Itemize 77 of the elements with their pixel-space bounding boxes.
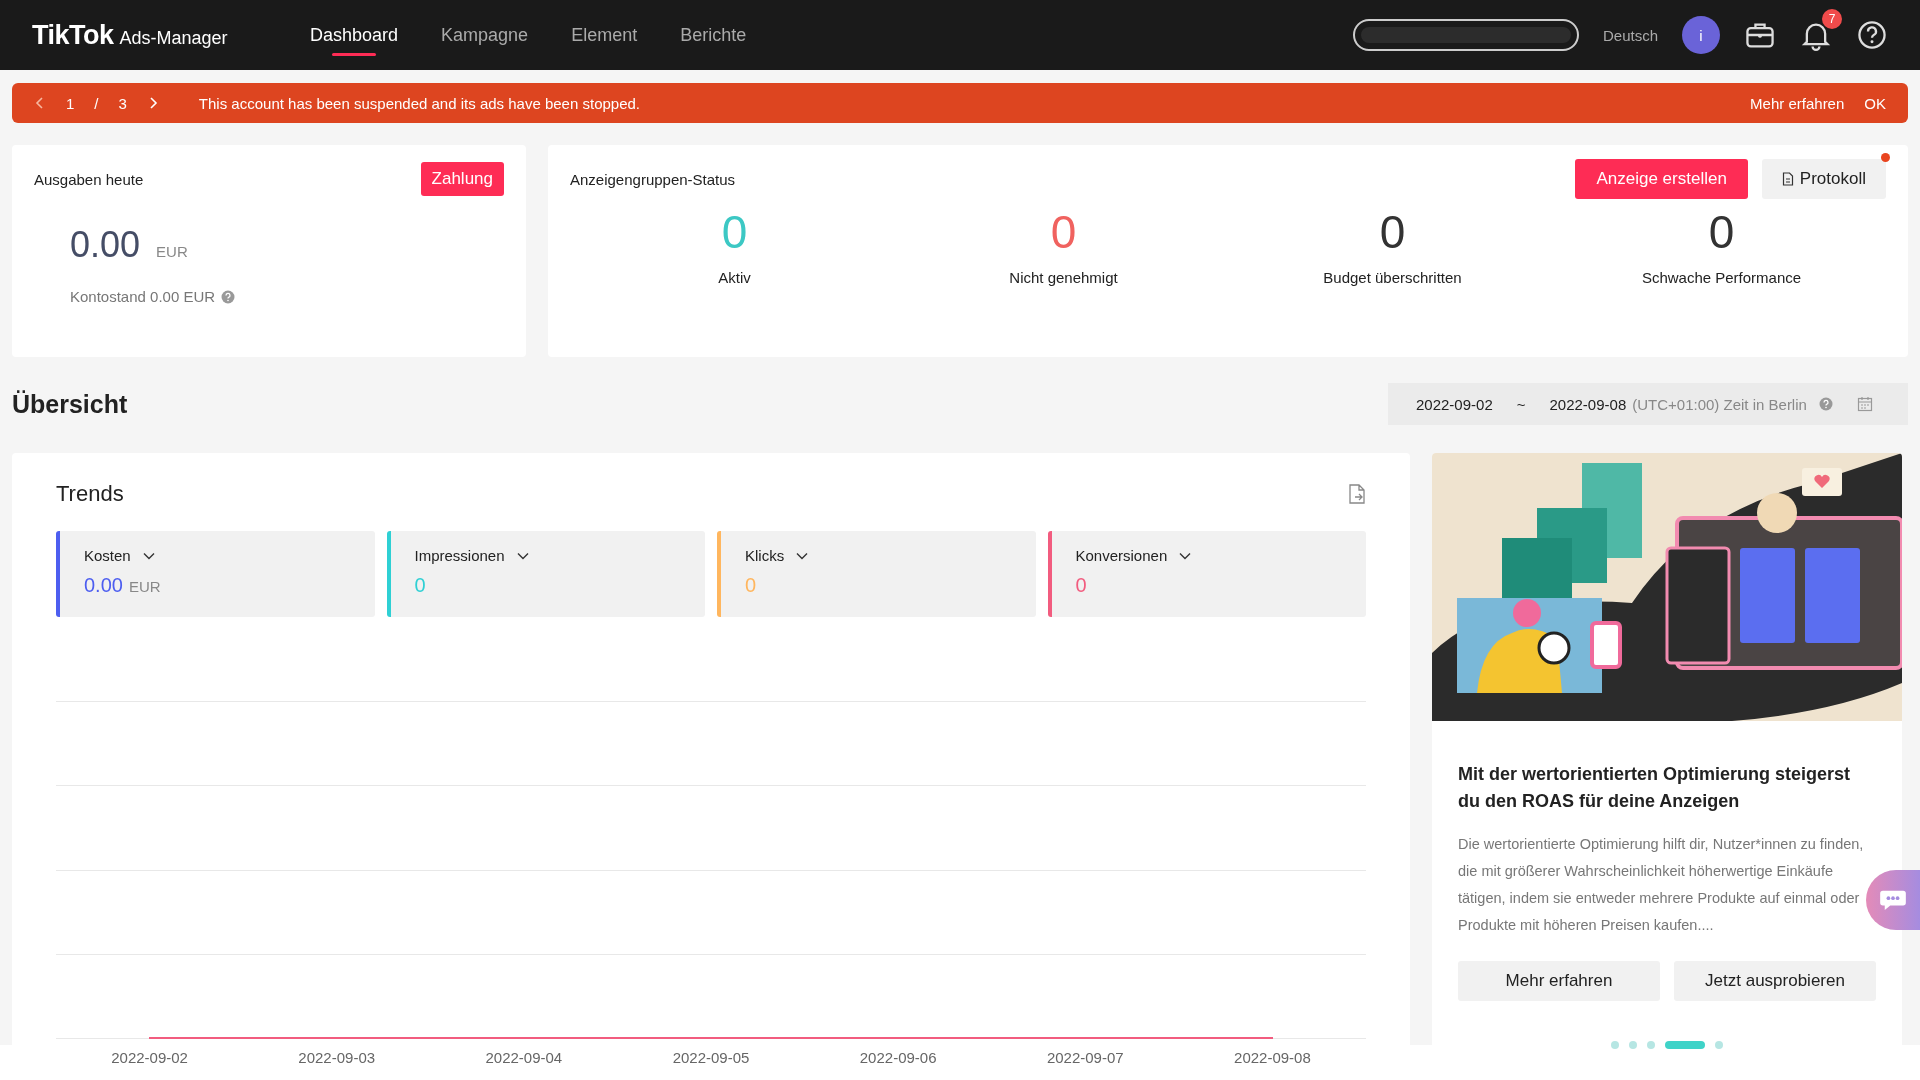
axis-label: 2022-09-07 xyxy=(1046,1049,1124,1066)
promo-button[interactable]: Mehr erfahren xyxy=(1458,961,1660,1001)
axis-label: 2022-09-06 xyxy=(859,1049,937,1066)
search-field[interactable] xyxy=(1352,19,1579,51)
start-date: 2022-09-02 xyxy=(1416,395,1493,413)
status-label: Schwache Performance xyxy=(1641,269,1802,286)
axis-label: 2022-09-02 xyxy=(111,1049,188,1066)
card-title: Anzeigengruppen-Status xyxy=(570,170,736,188)
axis-label: 2022-09-04 xyxy=(485,1049,563,1066)
status-count: 0 xyxy=(1708,209,1735,255)
payment-button[interactable]: Zahlung xyxy=(420,162,504,196)
currency-label: EUR xyxy=(156,243,188,260)
section-title: Übersicht xyxy=(12,389,128,419)
metric-card[interactable]: Klicks 0 xyxy=(717,531,1036,617)
metric-value: 0.00 xyxy=(84,574,123,597)
previous-icon[interactable] xyxy=(34,96,46,110)
ok-link[interactable]: OK xyxy=(1864,94,1886,112)
promo-description: Die wertorientierte Optimierung hilft dir, Nutzer*innen zu finden, die mit größerer Wahrscheinlichkeit höherwertige Einkäufe tätigen, indem sie entweder mehrere Produkte auf einmal oder Produkte mit höheren Preisen kaufen.... xyxy=(1458,835,1865,935)
metric-label: Impressionen xyxy=(414,547,505,564)
carousel-dot[interactable] xyxy=(1647,1041,1655,1049)
page-total: 3 xyxy=(118,94,127,112)
metric-value: 0 xyxy=(414,574,426,597)
log-button[interactable]: Protokoll xyxy=(1761,159,1886,199)
metric-label: Klicks xyxy=(745,547,785,564)
caret-icon[interactable] xyxy=(796,551,809,560)
promo-title: Mit der wertorientierten Optimierung steigerst du den ROAS für deine Anzeigen xyxy=(1458,763,1852,813)
end-date: 2022-09-08 xyxy=(1549,395,1627,413)
logo-subtitle: Ads-Manager xyxy=(119,27,228,49)
page-number: 1 xyxy=(66,94,75,112)
caret-icon[interactable] xyxy=(516,551,529,560)
avatar[interactable]: i xyxy=(1682,16,1720,54)
status-label: Nicht genehmigt xyxy=(1009,269,1118,286)
card-title: Trends xyxy=(56,481,124,507)
learn-more-link[interactable]: Mehr erfahren xyxy=(1750,94,1845,112)
chat-bubble-icon xyxy=(1879,889,1907,911)
caret-icon[interactable] xyxy=(1179,551,1192,560)
status-count: 0 xyxy=(1379,209,1406,255)
status-label: Budget überschritten xyxy=(1323,269,1462,286)
status-count: 0 xyxy=(1050,209,1077,255)
logo[interactable]: TikTok xyxy=(32,19,114,51)
carousel-dot[interactable] xyxy=(1715,1041,1723,1049)
metric-card[interactable]: Konversionen 0 xyxy=(1047,531,1366,617)
axis-label: 2022-09-05 xyxy=(672,1049,750,1066)
balance-text: Kontostand 0.00 EUR xyxy=(70,288,216,305)
axis-label: 2022-09-03 xyxy=(298,1049,376,1066)
alert-message: This account has been suspended and its ads have been stopped. xyxy=(198,94,640,112)
metric-label: Kosten xyxy=(84,547,131,564)
nav-tab[interactable]: Dashboard xyxy=(310,14,399,56)
axis-label: 2022-09-08 xyxy=(1234,1049,1311,1066)
page-separator: / xyxy=(94,94,99,112)
promo-button[interactable]: Jetzt ausprobieren xyxy=(1674,961,1876,1001)
status-label: Aktiv xyxy=(718,269,751,286)
metric-value: 0 xyxy=(745,574,757,597)
nav-tab[interactable]: Element xyxy=(571,14,638,56)
card-title: Ausgaben heute xyxy=(34,170,144,188)
metric-card[interactable]: Impressionen 0 xyxy=(386,531,705,617)
nav-tab[interactable]: Kampagne xyxy=(441,14,529,56)
nav-tab[interactable]: Berichte xyxy=(680,14,747,56)
caret-icon[interactable] xyxy=(142,551,155,560)
date-range-picker[interactable]: 2022-09-02 ~ 2022-09-08 (UTC+01:00) Zeit in Berlin xyxy=(1388,383,1908,425)
timezone-label: (UTC+01:00) Zeit in Berlin xyxy=(1632,395,1807,413)
create-ad-button[interactable]: Anzeige erstellen xyxy=(1575,159,1748,199)
metric-value: 0 xyxy=(1075,574,1087,597)
help-icon[interactable] xyxy=(1856,19,1888,51)
carousel-dot[interactable] xyxy=(1611,1041,1619,1049)
notification-badge: 7 xyxy=(1822,9,1842,29)
export-icon[interactable] xyxy=(1348,484,1366,504)
calendar-icon xyxy=(1856,396,1873,412)
range-separator: ~ xyxy=(1516,395,1526,413)
status-count: 0 xyxy=(721,209,748,255)
metric-unit: EUR xyxy=(128,578,161,595)
carousel-dot[interactable] xyxy=(1629,1041,1637,1049)
document-icon xyxy=(1781,172,1794,186)
spend-amount: 0.00 xyxy=(70,224,141,266)
language-selector[interactable]: Deutsch xyxy=(1602,26,1658,44)
metric-card[interactable]: Kosten 0.00 EUR xyxy=(56,531,375,617)
metric-label: Konversionen xyxy=(1075,547,1168,564)
